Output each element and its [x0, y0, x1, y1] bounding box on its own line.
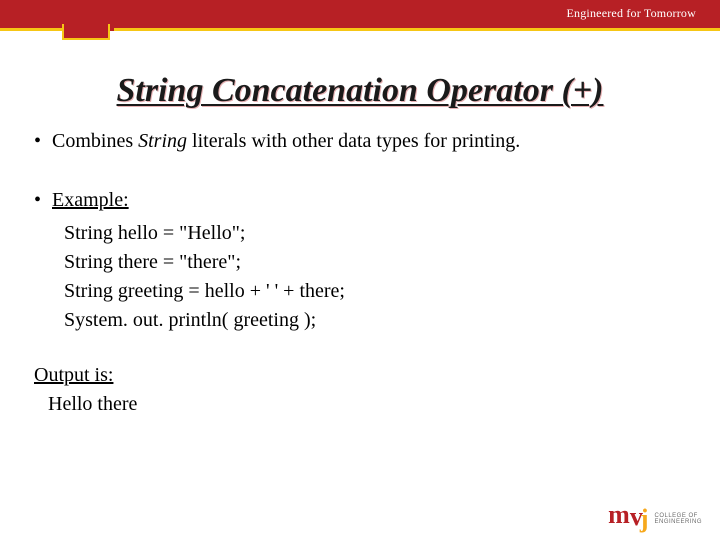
footer-logo: mvj COLLEGE OF ENGINEERING [608, 505, 702, 526]
code-line: String greeting = hello + ' ' + there; [64, 278, 686, 305]
header-notch [62, 24, 110, 40]
bullet-text: Combines String literals with other data… [52, 128, 686, 155]
code-line: String hello = "Hello"; [64, 220, 686, 247]
code-block: String hello = "Hello"; String there = "… [64, 220, 686, 334]
bullet-dot: • [34, 128, 52, 155]
logo-text-line: ENGINEERING [654, 519, 702, 526]
example-label: Example: [52, 187, 686, 214]
code-line: System. out. println( greeting ); [64, 307, 686, 334]
text-span: literals with other data types for print… [187, 130, 520, 152]
bullet-dot: • [34, 187, 52, 214]
logo-letter-j: j [640, 509, 649, 530]
text-span: Combines [52, 130, 138, 152]
output-label: Output is: [34, 362, 686, 389]
logo-mark: mvj [608, 505, 648, 526]
text-em: String [138, 130, 187, 152]
output-value: Hello there [48, 391, 686, 418]
slide-title: String Concatenation Operator (+) [0, 72, 720, 110]
logo-text: COLLEGE OF ENGINEERING [654, 513, 702, 526]
slide-content: • Combines String literals with other da… [0, 110, 720, 418]
logo-text-line: COLLEGE OF [654, 513, 702, 520]
bullet-item: • Example: [34, 187, 686, 214]
logo-letter-m: m [608, 505, 630, 526]
header-tagline: Engineered for Tomorrow [567, 6, 697, 21]
code-line: String there = "there"; [64, 249, 686, 276]
bullet-item: • Combines String literals with other da… [34, 128, 686, 155]
